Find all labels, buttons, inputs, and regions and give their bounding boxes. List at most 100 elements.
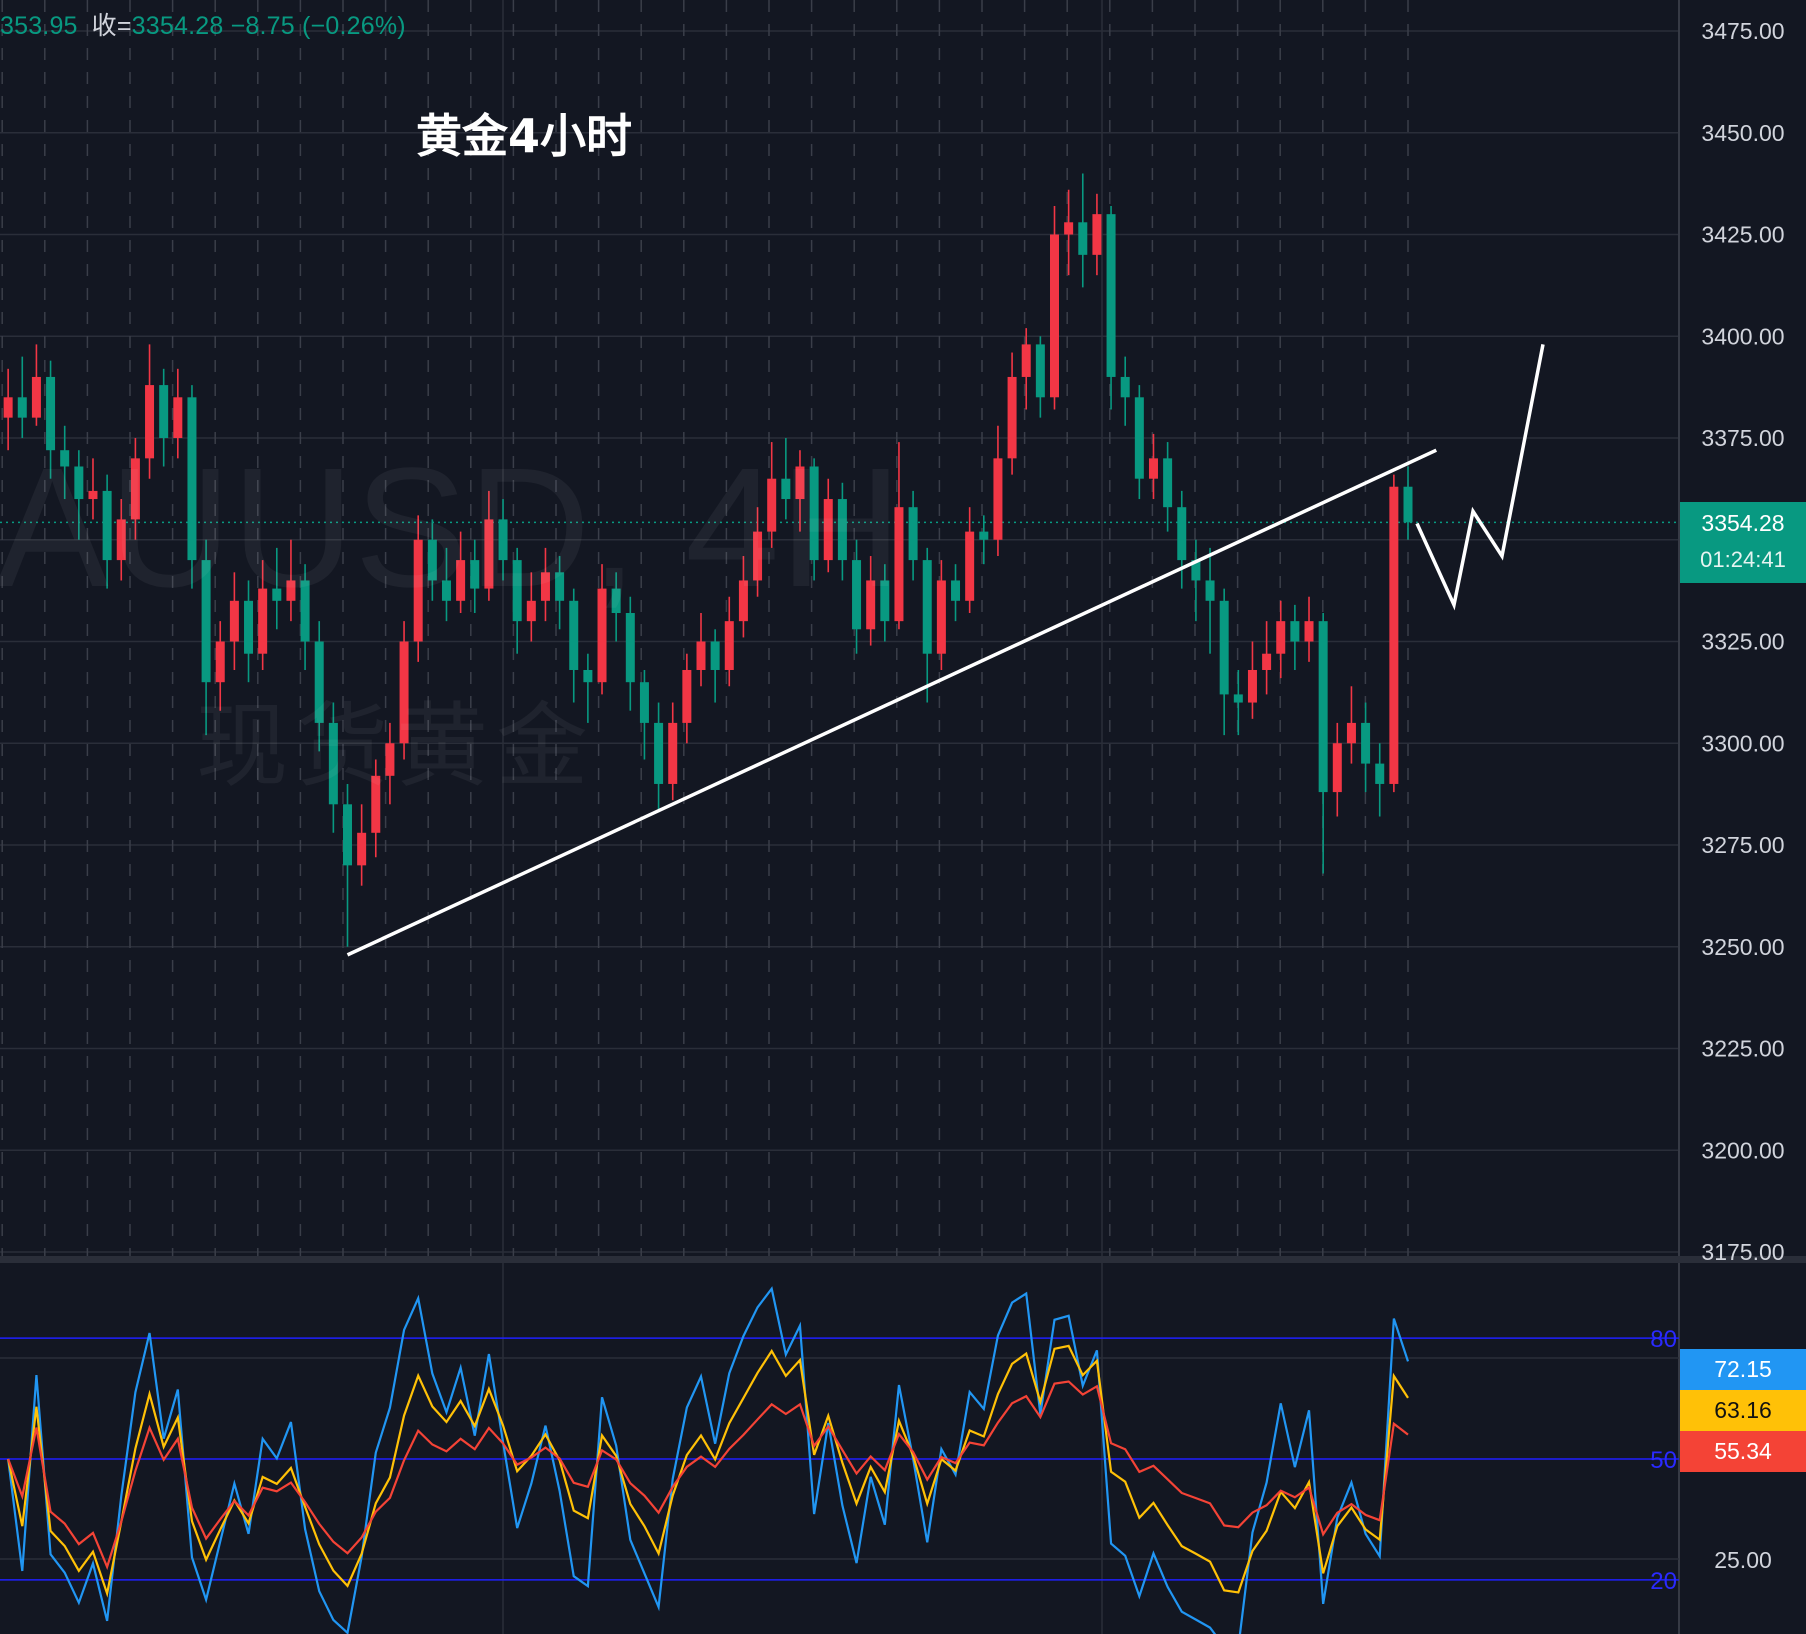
candle-body [1035,344,1045,398]
candle-body [993,458,1003,540]
candle-body [682,669,692,723]
price-axis-label: 3300.00 [1701,730,1784,756]
candle-body [1106,214,1116,377]
rsi-level-label: 50 [1650,1447,1677,1474]
rsi-value-label-1: 72.15 [1680,1349,1806,1390]
candle [668,702,678,801]
candle-body [1092,214,1102,255]
candle-body [922,560,932,654]
candle-body [1346,722,1356,744]
candle-body [1304,621,1314,642]
candle-body [654,722,664,784]
candle [1106,206,1116,410]
candle-body [710,641,720,670]
rsi-axis-label: 25.00 [1714,1547,1772,1573]
price-axis-label: 3400.00 [1701,323,1784,349]
candle [993,425,1003,557]
candle [1021,328,1031,410]
candle-body [1262,653,1272,670]
candle [1148,433,1158,500]
candle [1078,173,1088,288]
candle [1035,336,1045,418]
candle [1318,613,1328,874]
candle-body [639,682,649,723]
candle-body [357,832,367,866]
watermark-symbol: XAUUSD, 4H [0,433,903,623]
candle-body [3,397,13,418]
candle [1120,356,1130,426]
candle [922,547,932,703]
candle-body [936,580,946,654]
candle [1064,189,1074,276]
candle [1304,596,1314,662]
candle [1219,588,1229,736]
watermark-name: 现货黄金 [196,693,597,800]
candle-body [1290,621,1300,642]
candle [1233,669,1243,736]
candle-body [1134,397,1144,479]
candle [654,702,664,813]
candle [1247,641,1257,719]
rsi-line-2 [7,1344,1409,1598]
candle-body [1403,486,1413,523]
candle [710,629,720,703]
candle-body [908,507,918,561]
candle-body [1247,669,1257,703]
annotation-title: 黄金4小时 [416,109,633,163]
candle-body [1148,458,1158,479]
candle-body [1361,722,1371,764]
candle [936,560,946,670]
candle-body [1389,486,1399,784]
rsi-level-label: 80 [1650,1326,1677,1353]
candle [1332,722,1342,817]
candle [357,804,367,886]
change-percent: (−0.26%) [302,12,406,40]
candle [1403,466,1413,540]
candle-body [1205,580,1215,601]
chart-canvas[interactable]: 3475.00 3450.00 3425.00 3400.00 3375.00 3325.… [0,0,1806,1634]
candle-body [951,580,961,601]
price-axis-label: 3275.00 [1701,832,1784,858]
candle [1050,206,1059,410]
candle-body [17,397,27,418]
price-axis-label: 3250.00 [1701,934,1784,960]
rsi-value-label-3: 55.34 [1680,1431,1806,1472]
price-axis-label: 3425.00 [1701,222,1784,248]
current-price-label: 3354.28 01:24:41 [1680,502,1806,583]
price-axis-label: 3225.00 [1701,1036,1784,1062]
candle [1163,442,1173,532]
low-value: 353.95 [0,12,78,40]
candle-body [1064,222,1074,235]
change-value: −8.75 [230,12,295,40]
candle [908,490,918,581]
candle-body [1276,621,1286,654]
rsi-value-label-2: 63.16 [1680,1390,1806,1431]
candle-body [1021,344,1031,377]
ohlc-header: 353.95 收=3354.28 −8.75 (−0.26%) [0,6,406,42]
candle [1361,702,1371,793]
candle-body [965,531,975,601]
price-axis-label: 3325.00 [1701,629,1784,655]
candle-body [724,621,734,670]
candle-body [1177,507,1187,561]
price-axis-label: 3200.00 [1701,1137,1784,1163]
price-axis-label: 3475.00 [1701,18,1784,44]
candle-body [979,531,989,540]
candle [1191,539,1201,622]
candle [1346,686,1356,764]
candle [1389,474,1399,793]
candle [1007,352,1017,475]
candle [1375,743,1385,817]
candle [1290,604,1300,670]
candle [343,783,352,947]
candle [1092,193,1102,276]
candle-body [1163,458,1173,508]
price-axis-label: 3175.00 [1701,1239,1784,1265]
candle-body [1120,376,1130,398]
current-price-value: 3354.28 [1701,510,1785,536]
candle-body [668,722,678,784]
candle [1262,621,1272,695]
projection-path-drawing [1415,344,1545,611]
candle [31,344,41,426]
bar-countdown: 01:24:41 [1700,547,1786,572]
